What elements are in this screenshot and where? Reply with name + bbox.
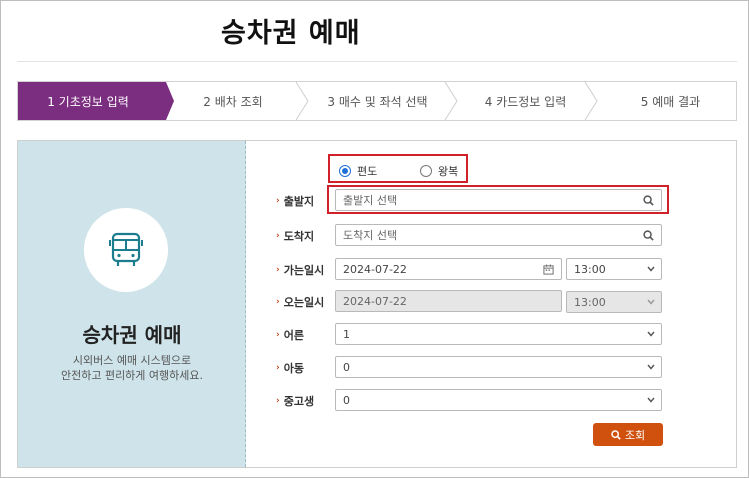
bullet-arrow-icon: › bbox=[276, 330, 280, 340]
go-date-value: 2024-07-22 bbox=[343, 262, 407, 276]
intro-title: 승차권 예매 bbox=[82, 323, 182, 347]
go-date-label: › 가는일시 bbox=[276, 264, 325, 277]
chevron-down-icon bbox=[647, 331, 655, 337]
page-title: 승차권 예매 bbox=[221, 18, 361, 49]
search-button[interactable]: 조회 bbox=[593, 423, 663, 446]
title-divider bbox=[17, 61, 737, 62]
go-time-value: 13:00 bbox=[574, 262, 606, 276]
chevron-down-icon bbox=[647, 364, 655, 370]
bullet-arrow-icon: › bbox=[276, 297, 280, 307]
bullet-arrow-icon: › bbox=[276, 396, 280, 406]
arrival-label: › 도착지 bbox=[276, 230, 315, 243]
radio-unselected-icon bbox=[420, 165, 432, 177]
bullet-arrow-icon: › bbox=[276, 231, 280, 241]
step-5: 5 예매 결과 bbox=[603, 82, 736, 120]
step-3: 3 매수 및 좌석 선택 bbox=[310, 82, 445, 120]
step-2: 2 배차 조회 bbox=[168, 82, 298, 120]
step-label: 2 배차 조회 bbox=[203, 94, 263, 109]
arrival-placeholder: 도착지 선택 bbox=[343, 229, 398, 242]
student-count-select[interactable]: 0 bbox=[335, 389, 662, 411]
child-count-value: 0 bbox=[343, 360, 350, 374]
radio-label: 편도 bbox=[357, 165, 378, 178]
go-date-input[interactable]: 2024-07-22 bbox=[335, 258, 562, 280]
radio-selected-icon bbox=[339, 165, 351, 177]
step-1: 1 기초정보 입력 bbox=[18, 82, 158, 120]
chevron-down-icon bbox=[647, 397, 655, 403]
search-button-label: 조회 bbox=[624, 428, 646, 442]
intro-description: 시외버스 예매 시스템으로 안전하고 편리하게 여행하세요. bbox=[18, 353, 246, 383]
search-icon bbox=[641, 228, 655, 242]
search-icon bbox=[641, 193, 655, 207]
search-icon bbox=[611, 429, 621, 440]
arrival-select[interactable]: 도착지 선택 bbox=[335, 224, 662, 246]
intro-desc-line: 시외버스 예매 시스템으로 bbox=[72, 354, 192, 367]
departure-label: › 출발지 bbox=[276, 195, 315, 208]
return-date-value: 2024-07-22 bbox=[343, 294, 407, 308]
go-time-select[interactable]: 13:00 bbox=[566, 258, 662, 280]
child-label: › 아동 bbox=[276, 362, 304, 375]
step-label: 4 카드정보 입력 bbox=[484, 94, 567, 109]
step-label: 1 기초정보 입력 bbox=[47, 94, 129, 109]
return-time-value: 13:00 bbox=[574, 295, 606, 309]
intro-pane: 승차권 예매 시외버스 예매 시스템으로 안전하고 편리하게 여행하세요. bbox=[18, 141, 246, 467]
bullet-arrow-icon: › bbox=[276, 196, 280, 206]
departure-placeholder: 출발지 선택 bbox=[343, 194, 398, 207]
adult-count-value: 1 bbox=[343, 327, 350, 341]
step-chevron bbox=[584, 82, 598, 120]
bullet-arrow-icon: › bbox=[276, 363, 280, 373]
bus-icon bbox=[109, 232, 143, 266]
return-date-label: › 오는일시 bbox=[276, 296, 325, 309]
departure-select[interactable]: 출발지 선택 bbox=[335, 189, 662, 211]
chevron-down-icon bbox=[647, 299, 655, 305]
calendar-icon[interactable] bbox=[541, 262, 555, 276]
adult-label: › 어른 bbox=[276, 329, 304, 342]
adult-count-select[interactable]: 1 bbox=[335, 323, 662, 345]
intro-desc-line: 안전하고 편리하게 여행하세요. bbox=[60, 369, 204, 382]
page-frame: 승차권 예매 1 기초정보 입력 2 배차 조회 3 매수 및 좌석 선택 4 … bbox=[0, 0, 749, 478]
step-4: 4 카드정보 입력 bbox=[458, 82, 593, 120]
step-label: 3 매수 및 좌석 선택 bbox=[327, 94, 428, 109]
student-count-value: 0 bbox=[343, 393, 350, 407]
step-label: 5 예매 결과 bbox=[640, 94, 701, 109]
radio-label: 왕복 bbox=[438, 165, 459, 178]
bullet-arrow-icon: › bbox=[276, 265, 280, 275]
bus-icon-circle bbox=[84, 208, 168, 292]
radio-round-trip[interactable]: 왕복 bbox=[420, 163, 458, 179]
step-progress-bar: 1 기초정보 입력 2 배차 조회 3 매수 및 좌석 선택 4 카드정보 입력… bbox=[17, 81, 737, 121]
return-date-input: 2024-07-22 bbox=[335, 290, 562, 312]
return-time-select: 13:00 bbox=[566, 291, 662, 313]
child-count-select[interactable]: 0 bbox=[335, 356, 662, 378]
chevron-down-icon bbox=[647, 266, 655, 272]
radio-one-way[interactable]: 편도 bbox=[339, 163, 377, 179]
student-label: › 중고생 bbox=[276, 395, 315, 408]
